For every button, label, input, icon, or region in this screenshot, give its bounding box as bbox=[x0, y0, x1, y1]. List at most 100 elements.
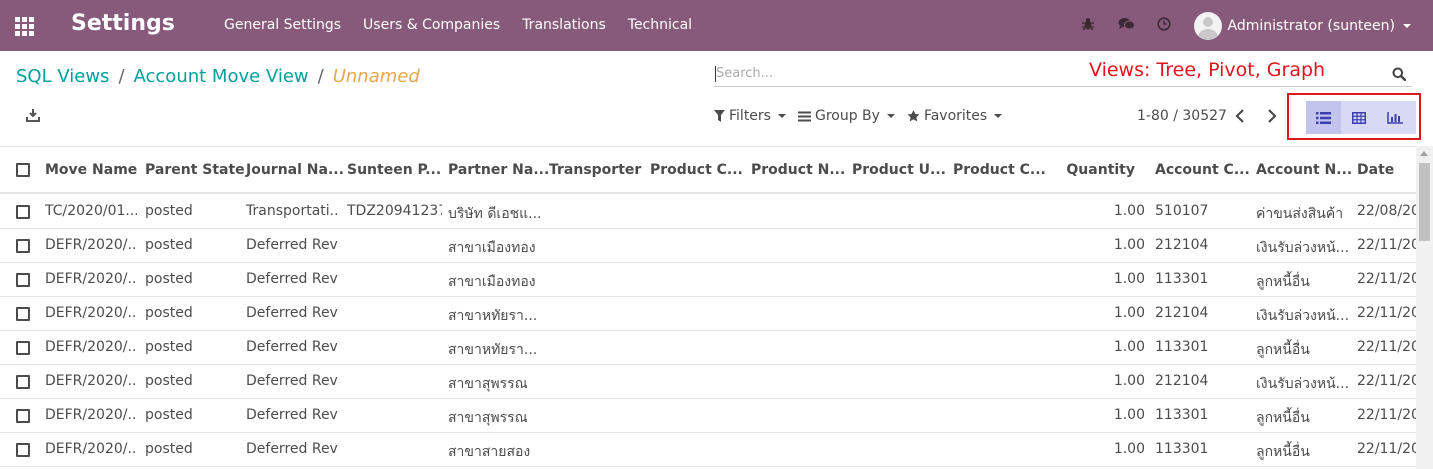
table-cell: สาขาหทัยรา... bbox=[448, 308, 538, 324]
column-header[interactable]: Partner Na... bbox=[448, 162, 549, 178]
row-checkbox[interactable] bbox=[16, 341, 30, 355]
menu-translations[interactable]: Translations bbox=[522, 17, 606, 33]
search-icon[interactable] bbox=[1392, 67, 1406, 81]
table-cell: TDZ20941237 bbox=[347, 203, 442, 219]
chevron-down-icon bbox=[886, 114, 895, 118]
breadcrumb-account-move-view[interactable]: Account Move View bbox=[134, 66, 309, 87]
table-row[interactable]: DEFR/2020/... posted Deferred Rev... สาขาเม… bbox=[0, 263, 1416, 297]
table-cell: DEFR/2020/... bbox=[45, 271, 137, 287]
chevron-left-icon[interactable] bbox=[1234, 106, 1248, 126]
table-header: Move Name Parent State Journal Na... Sun… bbox=[0, 146, 1416, 194]
table-cell: posted bbox=[145, 407, 193, 423]
column-header[interactable]: Parent State bbox=[145, 162, 245, 178]
table-row[interactable]: DEFR/2020/... posted Deferred Rev... สาขาหท… bbox=[0, 297, 1416, 331]
clock-icon[interactable] bbox=[1156, 16, 1172, 35]
table-cell: 22/11/20 bbox=[1357, 441, 1416, 457]
table-cell: 22/11/20 bbox=[1357, 271, 1416, 287]
column-header[interactable]: Product C... bbox=[650, 162, 743, 178]
favorites-button[interactable]: Favorites bbox=[907, 108, 1003, 124]
table-cell: บริษัท ดีเอชแ... bbox=[448, 206, 540, 222]
chevron-down-icon[interactable] bbox=[1403, 23, 1411, 28]
row-checkbox[interactable] bbox=[16, 239, 30, 253]
breadcrumb: SQL Views / Account Move View / Unnamed bbox=[16, 66, 420, 87]
list-icon bbox=[1316, 111, 1331, 124]
table-cell: Deferred Rev... bbox=[246, 271, 338, 287]
table-row[interactable]: TC/2020/01... posted Transportati... TDZ209… bbox=[0, 195, 1416, 229]
table-cell: DEFR/2020/... bbox=[45, 407, 137, 423]
chevron-down-icon bbox=[777, 114, 786, 118]
table-cell: DEFR/2020/... bbox=[45, 441, 137, 457]
annotation-label: Views: Tree, Pivot, Graph bbox=[1089, 59, 1326, 81]
table-row[interactable]: DEFR/2020/... posted Deferred Rev... สาขาสุ… bbox=[0, 365, 1416, 399]
filters-button[interactable]: Filters bbox=[714, 108, 786, 124]
scroll-thumb[interactable] bbox=[1419, 163, 1430, 241]
table-row[interactable]: DEFR/2020/... posted Deferred Rev... สาขาสุ… bbox=[0, 399, 1416, 433]
group-by-button[interactable]: Group By bbox=[797, 108, 895, 124]
user-menu[interactable]: Administrator (sunteen) bbox=[1228, 18, 1395, 34]
table-cell: DEFR/2020/... bbox=[45, 305, 137, 321]
view-switcher-highlight bbox=[1287, 93, 1421, 140]
column-header[interactable]: Account N... bbox=[1256, 162, 1352, 178]
column-header[interactable]: Quantity bbox=[1066, 162, 1135, 178]
table-cell: 1.00 bbox=[1113, 441, 1145, 457]
row-checkbox[interactable] bbox=[16, 409, 30, 423]
table-cell: สาขาหทัยรา... bbox=[448, 342, 538, 358]
table-cell: 212104 bbox=[1155, 373, 1209, 389]
table-cell: 1.00 bbox=[1113, 237, 1145, 253]
bug-icon[interactable] bbox=[1080, 17, 1096, 35]
pivot-view-button[interactable] bbox=[1341, 101, 1376, 134]
breadcrumb-separator: / bbox=[118, 66, 125, 87]
table-cell: Deferred Rev... bbox=[246, 373, 338, 389]
column-header[interactable]: Date bbox=[1357, 162, 1394, 178]
graph-icon bbox=[1386, 111, 1403, 124]
app-title: Settings bbox=[71, 11, 175, 36]
column-header[interactable]: Journal Na... bbox=[246, 162, 344, 178]
star-icon bbox=[907, 110, 920, 122]
table-cell: 1.00 bbox=[1113, 339, 1145, 355]
table-cell: 212104 bbox=[1155, 237, 1209, 253]
row-checkbox[interactable] bbox=[16, 307, 30, 321]
row-checkbox[interactable] bbox=[16, 375, 30, 389]
table-cell: เงินรับล่วงหน้... bbox=[1256, 376, 1348, 392]
main-menu: General Settings Users & Companies Trans… bbox=[224, 17, 714, 33]
vertical-scrollbar[interactable] bbox=[1416, 146, 1433, 469]
download-icon[interactable] bbox=[26, 108, 40, 122]
table-row[interactable]: DEFR/2020/... posted Deferred Rev... สาขาสา… bbox=[0, 433, 1416, 467]
menu-users-companies[interactable]: Users & Companies bbox=[363, 17, 500, 33]
scroll-up-arrow[interactable] bbox=[1420, 151, 1428, 156]
column-header[interactable]: Move Name bbox=[45, 162, 137, 178]
column-header[interactable]: Product N... bbox=[751, 162, 845, 178]
table-cell: ลูกหนี้อื่น bbox=[1256, 444, 1310, 460]
chevron-right-icon[interactable] bbox=[1264, 106, 1278, 126]
table-cell: Deferred Rev... bbox=[246, 237, 338, 253]
table-cell: DEFR/2020/... bbox=[45, 339, 137, 355]
column-header[interactable]: Product U... bbox=[852, 162, 946, 178]
row-checkbox[interactable] bbox=[16, 205, 30, 219]
row-checkbox[interactable] bbox=[16, 443, 30, 457]
table-row[interactable]: DEFR/2020/... posted Deferred Rev... สาขาหท… bbox=[0, 331, 1416, 365]
table-row[interactable]: DEFR/2020/... posted Deferred Rev... สาขาเม… bbox=[0, 229, 1416, 263]
table-cell: TC/2020/01... bbox=[45, 203, 137, 219]
breadcrumb-sql-views[interactable]: SQL Views bbox=[16, 66, 109, 87]
row-checkbox[interactable] bbox=[16, 273, 30, 287]
table-cell: ลูกหนี้อื่น bbox=[1256, 274, 1310, 290]
column-header[interactable]: Sunteen P... bbox=[347, 162, 441, 178]
table-cell: Transportati... bbox=[246, 203, 338, 219]
column-header[interactable]: Product C... bbox=[953, 162, 1046, 178]
user-avatar[interactable] bbox=[1193, 11, 1222, 40]
pager-value[interactable]: 1-80 / 30527 bbox=[1137, 108, 1227, 124]
apps-grid-icon[interactable] bbox=[15, 17, 35, 36]
graph-view-button[interactable] bbox=[1377, 101, 1412, 134]
table-cell: สาขาเมืองทอง bbox=[448, 274, 536, 290]
table-cell: posted bbox=[145, 271, 193, 287]
column-header[interactable]: Transporter bbox=[549, 162, 641, 178]
table-cell: 113301 bbox=[1155, 407, 1209, 423]
menu-general-settings[interactable]: General Settings bbox=[224, 17, 341, 33]
column-header[interactable]: Account C... bbox=[1155, 162, 1250, 178]
list-view-button[interactable] bbox=[1306, 101, 1341, 134]
select-all-checkbox[interactable] bbox=[16, 163, 30, 177]
table-cell: Deferred Rev... bbox=[246, 305, 338, 321]
chat-icon[interactable] bbox=[1118, 17, 1135, 35]
menu-technical[interactable]: Technical bbox=[628, 17, 692, 33]
top-navbar: Settings General Settings Users & Compan… bbox=[0, 0, 1433, 51]
